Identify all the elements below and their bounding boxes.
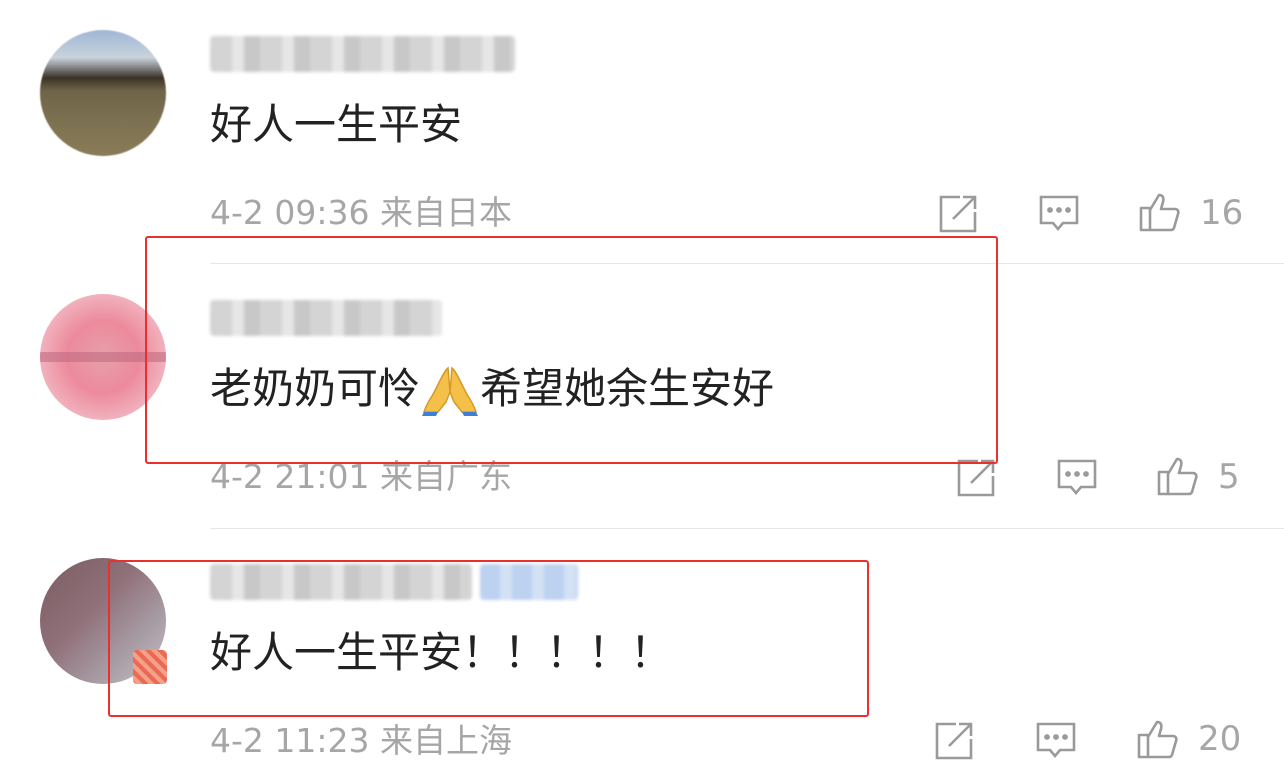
thumbs-up-icon[interactable] (1138, 190, 1182, 234)
thumbs-up-icon[interactable] (1156, 454, 1200, 498)
thumbs-up-icon[interactable] (1136, 717, 1180, 761)
comment-date: 4-2 11:23 (210, 721, 370, 760)
like-count: 16 (1200, 193, 1244, 233)
comment-icon[interactable] (1037, 192, 1081, 236)
highlight-box-comment-3 (108, 560, 869, 717)
like-count: 5 (1218, 457, 1240, 497)
comment-date: 4-2 09:36 (210, 193, 370, 232)
comment-location: 来自上海 (380, 721, 512, 760)
username-blurred[interactable] (210, 36, 515, 72)
comment-meta: 4-2 09:36 来自日本 (210, 193, 512, 233)
comment-location: 来自日本 (380, 193, 512, 232)
like-count: 20 (1198, 719, 1242, 759)
avatar[interactable] (40, 30, 166, 156)
comment-meta: 4-2 11:23 来自上海 (210, 721, 512, 761)
comment-text: 好人一生平安 (210, 100, 463, 149)
comment-icon[interactable] (1034, 719, 1078, 763)
comment-icon[interactable] (1055, 456, 1099, 500)
highlight-box-comment-2 (145, 236, 998, 464)
share-icon[interactable] (936, 192, 980, 236)
comment-item-1: 好人一生平安 4-2 09:36 来自日本 16 (0, 0, 1284, 260)
share-icon[interactable] (932, 719, 976, 763)
